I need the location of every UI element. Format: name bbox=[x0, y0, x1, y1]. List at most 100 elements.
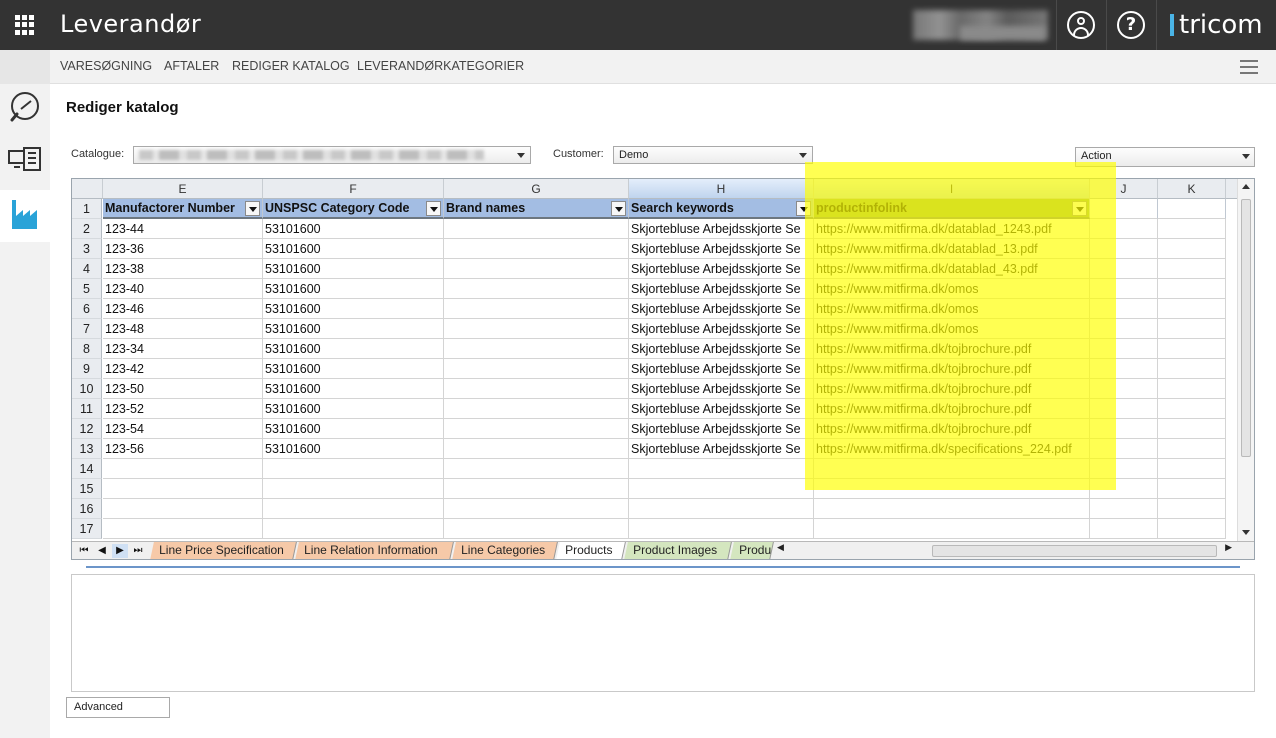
table-cell[interactable] bbox=[1090, 359, 1158, 379]
table-cell[interactable]: 53101600 bbox=[263, 219, 444, 239]
user-account-icon[interactable] bbox=[1067, 11, 1095, 39]
sheet-tab[interactable]: Line Relation Information bbox=[295, 542, 454, 559]
help-icon[interactable]: ? bbox=[1117, 11, 1145, 39]
table-cell[interactable] bbox=[629, 499, 814, 519]
sheet-tab[interactable]: Produ bbox=[730, 542, 774, 559]
sheet-tab[interactable]: Product Images bbox=[624, 542, 732, 559]
table-cell[interactable]: 53101600 bbox=[263, 319, 444, 339]
table-cell[interactable]: 123-38 bbox=[103, 259, 263, 279]
table-cell[interactable] bbox=[444, 279, 629, 299]
horizontal-scroll-thumb[interactable] bbox=[932, 545, 1217, 557]
column-header-k[interactable]: K bbox=[1158, 179, 1226, 199]
table-cell[interactable] bbox=[814, 499, 1090, 519]
table-cell[interactable]: 53101600 bbox=[263, 439, 444, 459]
column-header-g[interactable]: G bbox=[444, 179, 629, 199]
table-cell[interactable]: 123-54 bbox=[103, 419, 263, 439]
table-cell[interactable]: https://www.mitfirma.dk/tojbrochure.pdf bbox=[814, 419, 1090, 439]
table-cell[interactable]: 53101600 bbox=[263, 259, 444, 279]
table-cell[interactable]: Skjortebluse Arbejdsskjorte Se bbox=[629, 419, 814, 439]
table-cell[interactable]: https://www.mitfirma.dk/datablad_13.pdf bbox=[814, 239, 1090, 259]
action-select[interactable]: Action bbox=[1075, 147, 1255, 167]
filter-dropdown-icon[interactable] bbox=[796, 201, 811, 216]
table-cell[interactable]: Skjortebluse Arbejdsskjorte Se bbox=[629, 239, 814, 259]
table-cell[interactable]: https://www.mitfirma.dk/omos bbox=[814, 299, 1090, 319]
table-cell[interactable]: 123-40 bbox=[103, 279, 263, 299]
table-cell[interactable] bbox=[1090, 259, 1158, 279]
table-cell[interactable] bbox=[1090, 379, 1158, 399]
row-header[interactable]: 4 bbox=[72, 259, 102, 279]
table-cell[interactable] bbox=[444, 379, 629, 399]
table-cell[interactable] bbox=[1158, 419, 1226, 439]
table-cell[interactable] bbox=[1158, 299, 1226, 319]
table-cell[interactable]: 123-42 bbox=[103, 359, 263, 379]
filter-dropdown-icon[interactable] bbox=[245, 201, 260, 216]
table-cell[interactable]: Skjortebluse Arbejdsskjorte Se bbox=[629, 299, 814, 319]
table-cell[interactable]: Skjortebluse Arbejdsskjorte Se bbox=[629, 279, 814, 299]
table-cell[interactable] bbox=[1090, 479, 1158, 499]
splitter-line[interactable] bbox=[86, 566, 1240, 568]
table-cell[interactable]: Skjortebluse Arbejdsskjorte Se bbox=[629, 379, 814, 399]
row-header[interactable]: 8 bbox=[72, 339, 102, 359]
table-cell[interactable] bbox=[1158, 259, 1226, 279]
table-cell[interactable]: https://www.mitfirma.dk/tojbrochure.pdf bbox=[814, 399, 1090, 419]
subnav-varesogning[interactable]: VARESØGNING bbox=[60, 59, 152, 73]
table-cell[interactable]: 123-52 bbox=[103, 399, 263, 419]
table-cell[interactable] bbox=[444, 299, 629, 319]
table-cell[interactable]: https://www.mitfirma.dk/tojbrochure.pdf bbox=[814, 359, 1090, 379]
previous-sheet-icon[interactable]: ◀ bbox=[94, 544, 110, 558]
table-cell[interactable] bbox=[1158, 519, 1226, 539]
table-cell[interactable] bbox=[814, 519, 1090, 539]
table-cell[interactable] bbox=[1158, 319, 1226, 339]
filter-dropdown-icon[interactable] bbox=[1072, 201, 1087, 216]
horizontal-scrollbar[interactable]: ◀ ▶ bbox=[777, 543, 1232, 558]
table-cell[interactable] bbox=[444, 439, 629, 459]
table-cell[interactable]: https://www.mitfirma.dk/specifications_2… bbox=[814, 439, 1090, 459]
table-cell[interactable] bbox=[1158, 479, 1226, 499]
filter-dropdown-icon[interactable] bbox=[426, 201, 441, 216]
subnav-rediger-katalog[interactable]: REDIGER KATALOG bbox=[232, 59, 350, 73]
table-cell[interactable] bbox=[814, 459, 1090, 479]
table-cell[interactable] bbox=[444, 259, 629, 279]
table-cell[interactable] bbox=[103, 499, 263, 519]
table-cell[interactable] bbox=[103, 479, 263, 499]
table-cell[interactable] bbox=[1090, 299, 1158, 319]
vertical-scrollbar[interactable] bbox=[1237, 179, 1254, 541]
row-header[interactable]: 2 bbox=[72, 219, 102, 239]
table-cell[interactable]: 123-48 bbox=[103, 319, 263, 339]
header-cell-manufacturer[interactable]: Manufactorer Number bbox=[103, 199, 263, 219]
row-header[interactable]: 17 bbox=[72, 519, 102, 539]
table-cell[interactable] bbox=[629, 479, 814, 499]
table-cell[interactable] bbox=[1158, 459, 1226, 479]
table-cell[interactable] bbox=[1090, 219, 1158, 239]
row-header[interactable]: 1 bbox=[72, 199, 102, 219]
table-cell[interactable] bbox=[1090, 499, 1158, 519]
table-cell[interactable]: Skjortebluse Arbejdsskjorte Se bbox=[629, 339, 814, 359]
sheet-tab[interactable]: Products bbox=[556, 542, 626, 559]
row-header[interactable]: 15 bbox=[72, 479, 102, 499]
table-cell[interactable]: https://www.mitfirma.dk/tojbrochure.pdf bbox=[814, 339, 1090, 359]
table-cell[interactable] bbox=[444, 359, 629, 379]
table-cell[interactable]: 123-44 bbox=[103, 219, 263, 239]
sidebar-item-catalog[interactable] bbox=[0, 136, 50, 188]
table-cell[interactable] bbox=[263, 519, 444, 539]
table-cell[interactable]: Skjortebluse Arbejdsskjorte Se bbox=[629, 359, 814, 379]
catalogue-select[interactable] bbox=[133, 146, 531, 164]
table-cell[interactable]: 53101600 bbox=[263, 359, 444, 379]
table-cell[interactable]: Skjortebluse Arbejdsskjorte Se bbox=[629, 259, 814, 279]
header-cell-j[interactable] bbox=[1090, 199, 1158, 219]
subnav-aftaler[interactable]: AFTALER bbox=[164, 59, 219, 73]
table-cell[interactable] bbox=[1158, 219, 1226, 239]
next-sheet-icon[interactable]: ▶ bbox=[112, 544, 128, 558]
row-header[interactable]: 11 bbox=[72, 399, 102, 419]
table-cell[interactable] bbox=[1090, 239, 1158, 259]
advanced-button[interactable]: Advanced bbox=[66, 697, 170, 718]
sheet-corner[interactable] bbox=[72, 179, 103, 199]
spreadsheet[interactable]: E F G H I J K 1 2 3 4 5 6 7 8 9 10 11 12 13 14 15 16 17 … bbox=[71, 178, 1255, 560]
table-cell[interactable]: Skjortebluse Arbejdsskjorte Se bbox=[629, 319, 814, 339]
vertical-scroll-thumb[interactable] bbox=[1241, 199, 1251, 457]
scroll-left-icon[interactable]: ◀ bbox=[777, 543, 784, 553]
column-header-j[interactable]: J bbox=[1090, 179, 1158, 199]
table-cell[interactable]: 123-56 bbox=[103, 439, 263, 459]
header-cell-k[interactable] bbox=[1158, 199, 1226, 219]
table-cell[interactable] bbox=[263, 499, 444, 519]
